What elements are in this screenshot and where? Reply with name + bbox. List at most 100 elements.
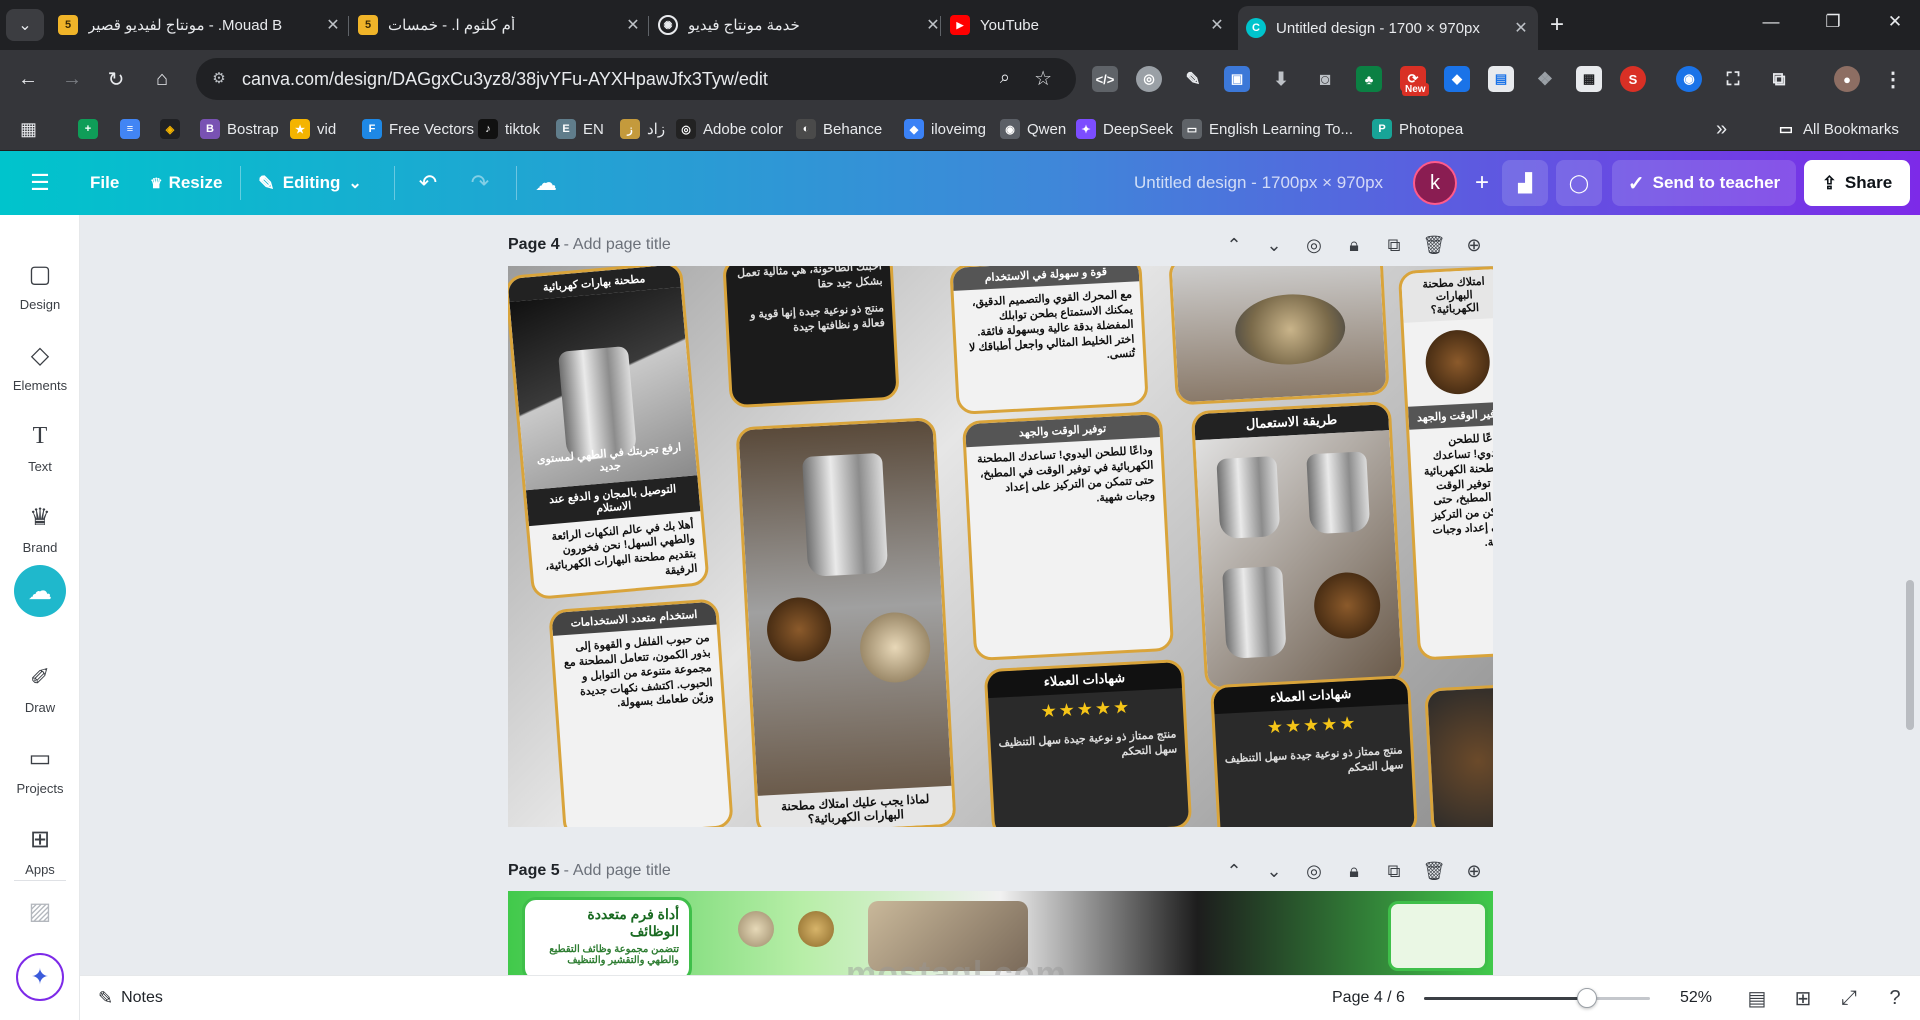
- capture-extension-icon[interactable]: ▦: [1576, 66, 1602, 92]
- bookmark-item[interactable]: ◐ Behance: [796, 115, 882, 143]
- design-card[interactable]: أداة فرم متعددة الوظائف تتضمن مجموعة وظا…: [522, 897, 692, 976]
- zoom-percentage[interactable]: 52%: [1680, 985, 1712, 1011]
- puzzle-icon[interactable]: ⧉: [1766, 66, 1792, 92]
- close-icon[interactable]: ✕: [1512, 18, 1530, 38]
- file-menu-button[interactable]: File: [90, 163, 119, 203]
- close-icon[interactable]: ✕: [1208, 15, 1226, 35]
- design-card[interactable]: شهادات العملاء ★★★★★ منتج ممتاز ذو نوعية…: [983, 658, 1193, 827]
- close-window-button[interactable]: ✕: [1880, 12, 1910, 38]
- sidebar-item-text[interactable]: T Text: [0, 412, 80, 484]
- sidebar-item-image-gen[interactable]: ▨: [0, 880, 80, 950]
- page-title-input[interactable]: -: [564, 862, 569, 880]
- s-extension-icon[interactable]: S: [1620, 66, 1646, 92]
- bookmark-item[interactable]: ★ vid: [290, 115, 336, 143]
- screen-extension-icon[interactable]: ▣: [1224, 66, 1250, 92]
- duplicate-page-button[interactable]: ⧉: [1380, 857, 1408, 885]
- share-button[interactable]: ⇪ Share: [1804, 160, 1910, 206]
- hide-page-button[interactable]: ◎: [1300, 231, 1328, 259]
- design-card[interactable]: شهادات العملاء ★★★★★ منتج ممتاز ذو نوعية…: [1209, 674, 1419, 827]
- bookmark-item[interactable]: F Free Vectors: [362, 115, 474, 143]
- bookmark-docs[interactable]: ≡: [120, 115, 147, 143]
- move-page-up-button[interactable]: ⌃: [1220, 857, 1248, 885]
- download-icon[interactable]: ⬇: [1268, 66, 1294, 92]
- redo-button[interactable]: ↷: [460, 163, 500, 203]
- fullscreen-button[interactable]: ⤢: [1834, 983, 1864, 1013]
- bookmark-sheets[interactable]: +: [78, 115, 105, 143]
- close-icon[interactable]: ✕: [324, 15, 342, 35]
- design-card[interactable]: [1388, 901, 1488, 971]
- apps-grid-button[interactable]: ▦: [20, 115, 37, 143]
- lock-page-button[interactable]: 🔒︎: [1340, 231, 1368, 259]
- browser-tab[interactable]: ✺ خدمة مونتاج فيديو ✕: [650, 8, 950, 42]
- design-card[interactable]: امتلاك مطحنة البهارات الكهربائية؟ توفير …: [1397, 266, 1493, 661]
- tab-search-button[interactable]: ⌄: [6, 9, 44, 41]
- site-info-icon[interactable]: ⚙: [210, 69, 228, 87]
- doc-extension-icon[interactable]: ▤: [1488, 66, 1514, 92]
- all-bookmarks-button[interactable]: ▭ All Bookmarks: [1776, 115, 1899, 143]
- sidebar-item-design[interactable]: ▢ Design: [0, 250, 80, 322]
- bookmark-item[interactable]: ◉ Qwen: [1000, 115, 1066, 143]
- bookmark-item[interactable]: ◎ Adobe color: [676, 115, 783, 143]
- help-button[interactable]: ?: [1880, 983, 1910, 1013]
- thumbnail-view-button[interactable]: ⊞: [1788, 983, 1818, 1013]
- page-indicator[interactable]: Page 4 / 6: [1332, 985, 1405, 1011]
- sidebar-item-brand[interactable]: ♛ Brand: [0, 493, 80, 565]
- design-card[interactable]: طريقة الاستعمال: [1190, 400, 1406, 692]
- reload-button[interactable]: ↻: [100, 63, 132, 95]
- undo-button[interactable]: ↶: [408, 163, 448, 203]
- design-card[interactable]: [1424, 683, 1493, 827]
- bookmark-item[interactable]: ▭ English Learning To...: [1182, 115, 1353, 143]
- browser-tab-active[interactable]: C Untitled design - 1700 × 970px ✕: [1238, 6, 1538, 50]
- insights-button[interactable]: ▟: [1502, 160, 1548, 206]
- grid-view-button[interactable]: ▤: [1742, 983, 1772, 1013]
- page-title-placeholder[interactable]: Add page title: [573, 236, 671, 254]
- lens-extension-icon[interactable]: ◉: [1676, 66, 1702, 92]
- code-extension-icon[interactable]: </>: [1092, 66, 1118, 92]
- profile-avatar[interactable]: ●: [1834, 66, 1860, 92]
- page-title-placeholder[interactable]: Add page title: [573, 862, 671, 880]
- browser-tab[interactable]: 5 أم كلثوم ا. - خمسات ✕: [350, 8, 650, 42]
- send-to-teacher-button[interactable]: ✓ Send to teacher: [1612, 160, 1796, 206]
- zoom-icon[interactable]: ⌕: [1000, 67, 1010, 88]
- delete-page-button[interactable]: 🗑︎: [1420, 231, 1448, 259]
- camera-icon[interactable]: ◙: [1312, 66, 1338, 92]
- close-icon[interactable]: ✕: [624, 15, 642, 35]
- bookmark-item[interactable]: B Bostrap: [200, 115, 279, 143]
- tree-extension-icon[interactable]: ♣: [1356, 66, 1382, 92]
- duplicate-page-button[interactable]: ⧉: [1380, 231, 1408, 259]
- bookmark-item[interactable]: ✦ DeepSeek: [1076, 115, 1173, 143]
- editing-mode-button[interactable]: ✎ Editing ⌄: [258, 163, 362, 203]
- workspace-scrollbar[interactable]: [1906, 580, 1914, 730]
- notes-button[interactable]: ✎ Notes: [98, 985, 163, 1011]
- design-card[interactable]: [1168, 266, 1390, 406]
- tag-extension-icon[interactable]: ◆: [1444, 66, 1470, 92]
- lock-page-button[interactable]: 🔒︎: [1340, 857, 1368, 885]
- resize-button[interactable]: ♛ Resize: [150, 163, 222, 203]
- design-card[interactable]: أحبتك الطاحونة، هي مثالية تعمل بشكل جيد …: [722, 266, 900, 409]
- delete-page-button[interactable]: 🗑︎: [1420, 857, 1448, 885]
- add-page-button[interactable]: ⊕: [1460, 857, 1488, 885]
- magic-assistant-button[interactable]: ✦: [16, 953, 64, 1001]
- fullscreen-icon[interactable]: ⛶: [1720, 66, 1746, 92]
- leaf-icon[interactable]: ❖: [1532, 66, 1558, 92]
- sidebar-item-projects[interactable]: ▭ Projects: [0, 734, 80, 806]
- document-title[interactable]: Untitled design - 1700px × 970px: [1134, 163, 1383, 203]
- page-title-input[interactable]: -: [564, 236, 569, 254]
- extension-icon[interactable]: ◎: [1136, 66, 1162, 92]
- star-icon[interactable]: ☆: [1034, 66, 1052, 91]
- restore-button[interactable]: ❐: [1818, 12, 1848, 38]
- uploads-button[interactable]: ☁: [14, 565, 66, 617]
- forward-button[interactable]: →: [56, 63, 88, 95]
- move-page-down-button[interactable]: ⌄: [1260, 231, 1288, 259]
- eyedropper-icon[interactable]: ✎: [1180, 66, 1206, 92]
- invite-button[interactable]: +: [1462, 163, 1502, 203]
- bookmark-pin[interactable]: ◈: [160, 115, 187, 143]
- browser-tab[interactable]: ▶ YouTube ✕: [942, 8, 1234, 42]
- design-card[interactable]: لماذا يجب عليك امتلاك مطحنة البهارات الك…: [735, 417, 957, 827]
- bookmarks-overflow-button[interactable]: »: [1716, 115, 1727, 143]
- page-4-canvas[interactable]: مطحنة بهارات كهربائية ارفع تجربتك في الط…: [508, 266, 1493, 827]
- browser-tab[interactable]: 5 Mouad B. - مونتاج لفيديو قصير ✕: [50, 8, 350, 42]
- cloud-save-button[interactable]: ☁: [526, 163, 566, 203]
- home-button[interactable]: ⌂: [146, 63, 178, 95]
- back-button[interactable]: ←: [12, 63, 44, 95]
